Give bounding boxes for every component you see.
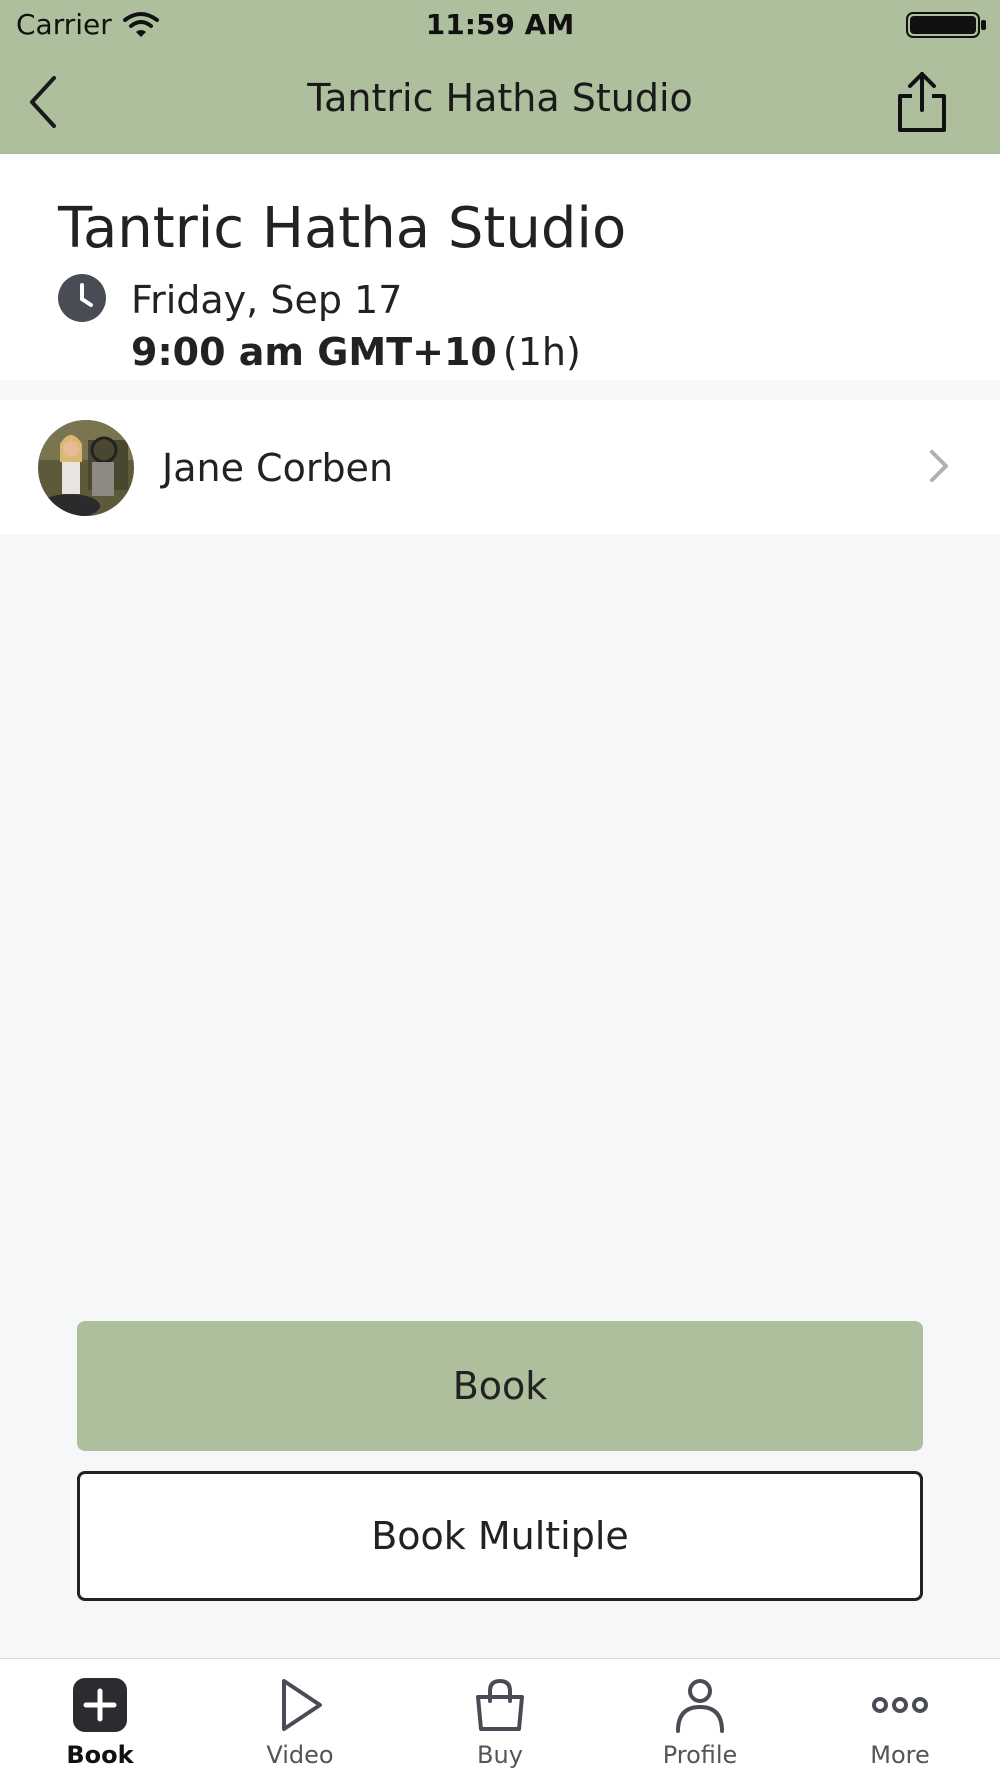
class-info-card: Tantric Hatha Studio Friday, Sep 17 9:00… — [0, 154, 1000, 380]
plus-square-icon — [73, 1678, 127, 1732]
tab-video[interactable]: Video — [200, 1659, 400, 1779]
tab-profile-label: Profile — [662, 1741, 738, 1769]
status-time: 11:59 AM — [425, 8, 575, 41]
share-button[interactable] — [894, 70, 950, 134]
shopping-bag-icon — [476, 1678, 524, 1731]
tab-more[interactable]: More — [800, 1659, 1000, 1779]
class-duration: (1h) — [502, 330, 581, 374]
tab-buy-label: Buy — [477, 1741, 523, 1769]
nav-title: Tantric Hatha Studio — [307, 76, 693, 120]
class-time: 9:00 am GMT+10 (1h) — [131, 330, 581, 374]
clock-icon — [58, 274, 106, 322]
battery-icon — [906, 12, 986, 38]
top-bar: Carrier 11:59 AM Tantric Hatha Studio — [0, 0, 1000, 154]
tab-bar: Book Video Buy Profile More — [0, 1658, 1000, 1779]
instructor-name: Jane Corben — [162, 446, 394, 490]
book-multiple-button[interactable]: Book Multiple — [77, 1471, 923, 1601]
tab-more-label: More — [870, 1741, 930, 1769]
tab-book-label: Book — [66, 1741, 134, 1769]
share-icon — [898, 72, 946, 132]
tab-video-label: Video — [266, 1741, 334, 1769]
more-dots-icon — [872, 1697, 928, 1713]
tab-buy[interactable]: Buy — [400, 1659, 600, 1779]
instructor-row[interactable]: Jane Corben — [0, 400, 1000, 534]
class-date: Friday, Sep 17 — [131, 278, 403, 322]
tab-book[interactable]: Book — [0, 1659, 200, 1779]
class-start-time: 9:00 am GMT+10 — [131, 330, 497, 374]
play-icon — [282, 1679, 322, 1731]
person-icon — [676, 1679, 724, 1733]
book-button[interactable]: Book — [77, 1321, 923, 1451]
chevron-right-icon — [930, 450, 948, 482]
tab-profile[interactable]: Profile — [600, 1659, 800, 1779]
avatar — [38, 420, 134, 516]
page-title: Tantric Hatha Studio — [58, 196, 627, 261]
